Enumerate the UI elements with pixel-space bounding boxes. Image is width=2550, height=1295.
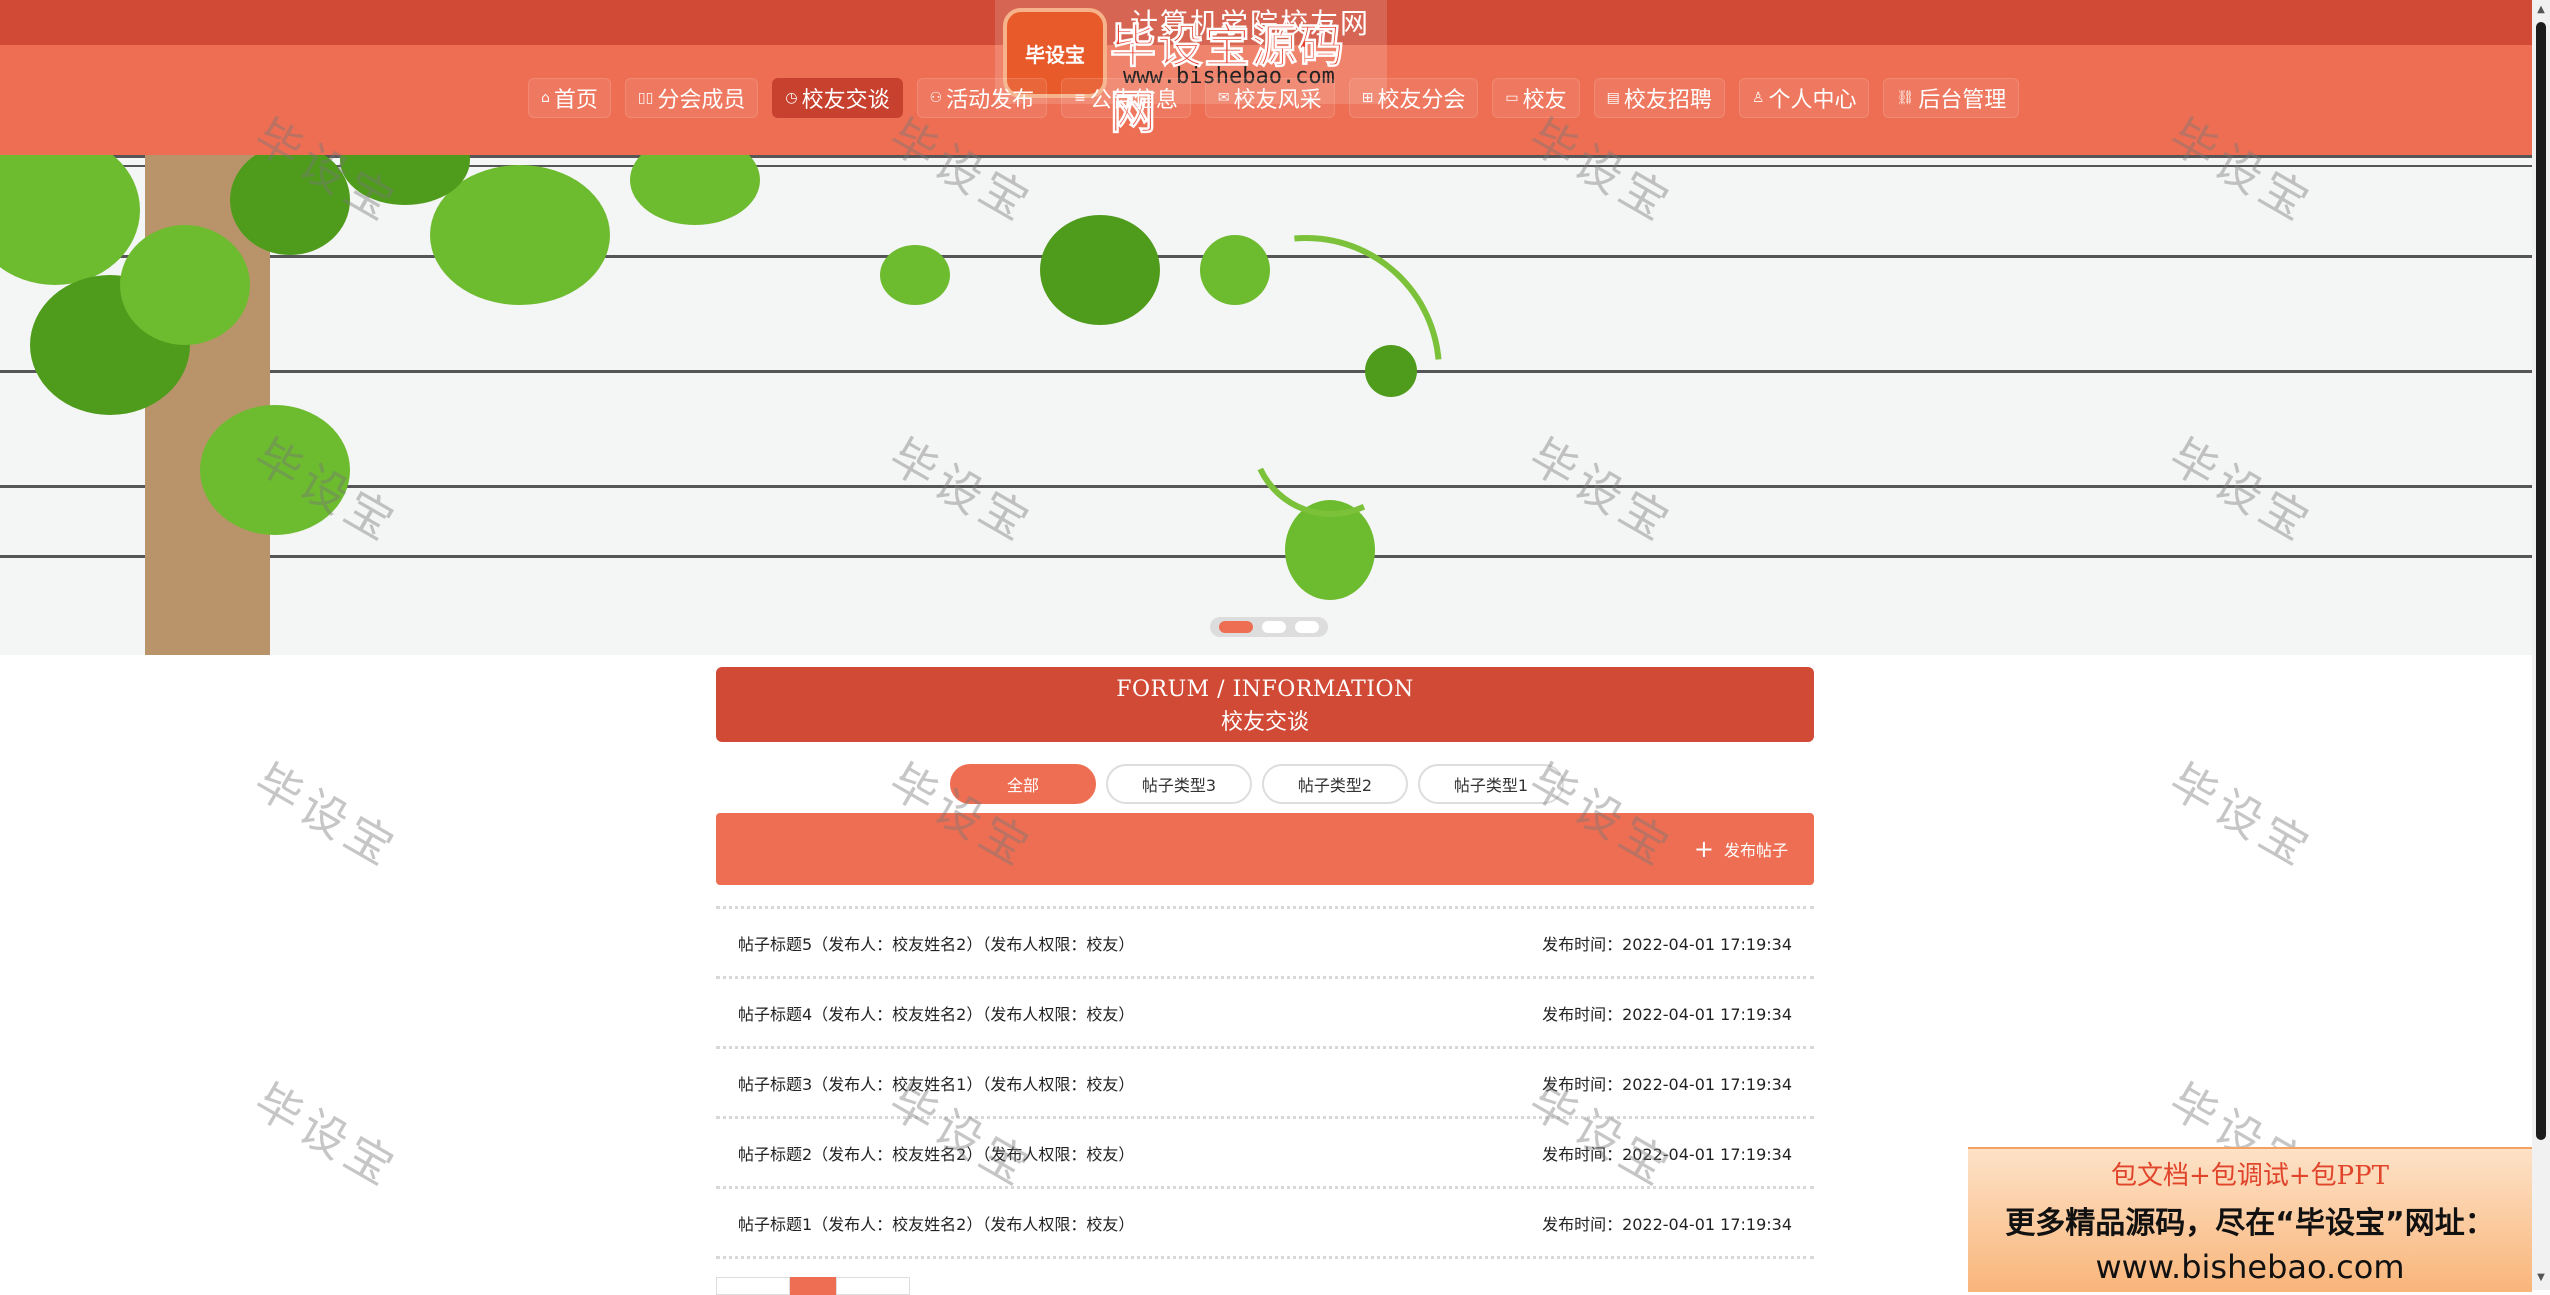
post-row[interactable]: 帖子标题4（发布人：校友姓名2）（发布人权限：校友） 发布时间：2022-04-0… bbox=[716, 979, 1814, 1049]
tab-3[interactable]: 帖子类型1 bbox=[1418, 764, 1564, 804]
nav-item-9[interactable]: ♙ 个人中心 bbox=[1738, 78, 1870, 118]
nav-item-3[interactable]: ⚇ 活动发布 bbox=[916, 78, 1048, 118]
post-title[interactable]: 帖子标题4（发布人：校友姓名2）（发布人权限：校友） bbox=[738, 1001, 1134, 1025]
post-time: 发布时间：2022-04-01 17:19:34 bbox=[1542, 1004, 1792, 1024]
nav-item-label: 校友交谈 bbox=[801, 88, 890, 113]
post-row[interactable]: 帖子标题1（发布人：校友姓名2）（发布人权限：校友） 发布时间：2022-04-0… bbox=[716, 1189, 1814, 1259]
mail-icon: ✉ bbox=[1217, 90, 1230, 106]
ad-line-3: www.bishebao.com bbox=[2095, 1248, 2405, 1286]
post-title[interactable]: 帖子标题5（发布人：校友姓名2）（发布人权限：校友） bbox=[738, 931, 1134, 955]
home-icon: ⌂ bbox=[541, 90, 550, 106]
nav-item-label: 校友分会 bbox=[1377, 88, 1466, 113]
post-row[interactable]: 帖子标题5（发布人：校友姓名2）（发布人权限：校友） 发布时间：2022-04-0… bbox=[716, 906, 1814, 979]
nav-item-2[interactable]: ◷ 校友交谈 bbox=[772, 78, 903, 118]
nav-item-8[interactable]: ▤ 校友招聘 bbox=[1593, 78, 1725, 118]
notice-icon: ≡ bbox=[1074, 90, 1086, 106]
scroll-up-icon[interactable]: ▲ bbox=[2535, 4, 2547, 16]
category-tabs: 全部 帖子类型3 帖子类型2 帖子类型1 bbox=[950, 764, 1564, 804]
carousel-dot[interactable] bbox=[1261, 621, 1286, 633]
members-icon: ▯▯ bbox=[637, 90, 654, 106]
post-list: 帖子标题5（发布人：校友姓名2）（发布人权限：校友） 发布时间：2022-04-0… bbox=[716, 906, 1814, 1259]
grid-icon: ⊞ bbox=[1361, 90, 1374, 106]
watermark-text: 毕设宝 bbox=[2160, 753, 2323, 878]
carousel-dot[interactable] bbox=[1218, 621, 1253, 633]
nav-item-label: 活动发布 bbox=[946, 88, 1035, 113]
ad-banner[interactable]: 包文档+包调试+包PPT 更多精品源码，尽在“毕设宝”网址： www.bishe… bbox=[1968, 1147, 2532, 1292]
nav-item-1[interactable]: ▯▯ 分会成员 bbox=[624, 78, 759, 118]
post-time: 发布时间：2022-04-01 17:19:34 bbox=[1542, 1144, 1792, 1164]
section-header: FORUM / INFORMATION 校友交谈 bbox=[716, 667, 1814, 742]
post-time: 发布时间：2022-04-01 17:19:34 bbox=[1542, 934, 1792, 954]
main-nav: ⌂ 首页 ▯▯ 分会成员 ◷ 校友交谈 ⚇ 活动发布 ≡ 公告信息 ✉ 校友风采 ⊞ 校友分会 ▭ 校友 ▤ 校友… bbox=[528, 78, 2020, 118]
nav-item-label: 个人中心 bbox=[1768, 88, 1857, 113]
banner-carousel bbox=[0, 155, 2532, 655]
post-title[interactable]: 帖子标题3（发布人：校友姓名1）（发布人权限：校友） bbox=[738, 1071, 1134, 1095]
nav-item-10[interactable]: ⛓ 后台管理 bbox=[1883, 78, 2020, 118]
section-title-cn: 校友交谈 bbox=[1220, 710, 1309, 735]
page-next-button[interactable] bbox=[836, 1277, 910, 1295]
nav-item-label: 校友招聘 bbox=[1623, 88, 1712, 113]
activity-icon: ⚇ bbox=[929, 90, 943, 106]
tab-2[interactable]: 帖子类型2 bbox=[1262, 764, 1408, 804]
nav-item-label: 分会成员 bbox=[657, 88, 746, 113]
nav-item-label: 首页 bbox=[553, 88, 598, 113]
post-title[interactable]: 帖子标题2（发布人：校友姓名2）（发布人权限：校友） bbox=[738, 1141, 1134, 1165]
pagination bbox=[716, 1277, 910, 1295]
section-title-en: FORUM / INFORMATION bbox=[1116, 677, 1414, 702]
post-time: 发布时间：2022-04-01 17:19:34 bbox=[1542, 1074, 1792, 1094]
person-icon: ♙ bbox=[1751, 90, 1765, 106]
carousel-dot[interactable] bbox=[1295, 621, 1320, 633]
clock-icon: ◷ bbox=[785, 90, 798, 106]
tab-0[interactable]: 全部 bbox=[950, 764, 1096, 804]
nav-item-0[interactable]: ⌂ 首页 bbox=[528, 78, 611, 118]
post-time: 发布时间：2022-04-01 17:19:34 bbox=[1542, 1214, 1792, 1234]
link-icon: ⛓ bbox=[1896, 90, 1915, 106]
nav-item-label: 校友风采 bbox=[1233, 88, 1322, 113]
post-row[interactable]: 帖子标题3（发布人：校友姓名1）（发布人权限：校友） 发布时间：2022-04-0… bbox=[716, 1049, 1814, 1119]
action-bar: + 发布帖子 bbox=[716, 813, 1814, 885]
ad-line-2: 更多精品源码，尽在“毕设宝”网址： bbox=[2005, 1206, 2495, 1241]
tab-1[interactable]: 帖子类型3 bbox=[1106, 764, 1252, 804]
watermark-text: 毕设宝 bbox=[245, 1073, 408, 1198]
post-title[interactable]: 帖子标题1（发布人：校友姓名2）（发布人权限：校友） bbox=[738, 1211, 1134, 1235]
page-current-button[interactable] bbox=[790, 1277, 836, 1295]
ad-line-1: 包文档+包调试+包PPT bbox=[2111, 1161, 2389, 1191]
carousel-indicators bbox=[1210, 617, 1328, 637]
nav-item-label: 公告信息 bbox=[1089, 88, 1178, 113]
publish-post-label: 发布帖子 bbox=[1723, 841, 1788, 860]
job-icon: ▤ bbox=[1606, 90, 1620, 106]
plus-icon: + bbox=[1693, 835, 1714, 863]
scrollbar-thumb[interactable] bbox=[2536, 22, 2546, 1140]
scroll-down-icon[interactable]: ▼ bbox=[2535, 1272, 2547, 1284]
nav-item-5[interactable]: ✉ 校友风采 bbox=[1204, 78, 1335, 118]
watermark-text: 毕设宝 bbox=[245, 753, 408, 878]
publish-post-button[interactable]: + 发布帖子 bbox=[1694, 837, 1788, 861]
nav-item-label: 后台管理 bbox=[1918, 88, 2007, 113]
nav-item-4[interactable]: ≡ 公告信息 bbox=[1061, 78, 1191, 118]
nav-item-6[interactable]: ⊞ 校友分会 bbox=[1348, 78, 1479, 118]
user-card-icon: ▭ bbox=[1505, 90, 1519, 106]
nav-item-7[interactable]: ▭ 校友 bbox=[1492, 78, 1580, 118]
page-prev-button[interactable] bbox=[716, 1277, 790, 1295]
nav-item-label: 校友 bbox=[1522, 88, 1567, 113]
post-row[interactable]: 帖子标题2（发布人：校友姓名2）（发布人权限：校友） 发布时间：2022-04-0… bbox=[716, 1119, 1814, 1189]
